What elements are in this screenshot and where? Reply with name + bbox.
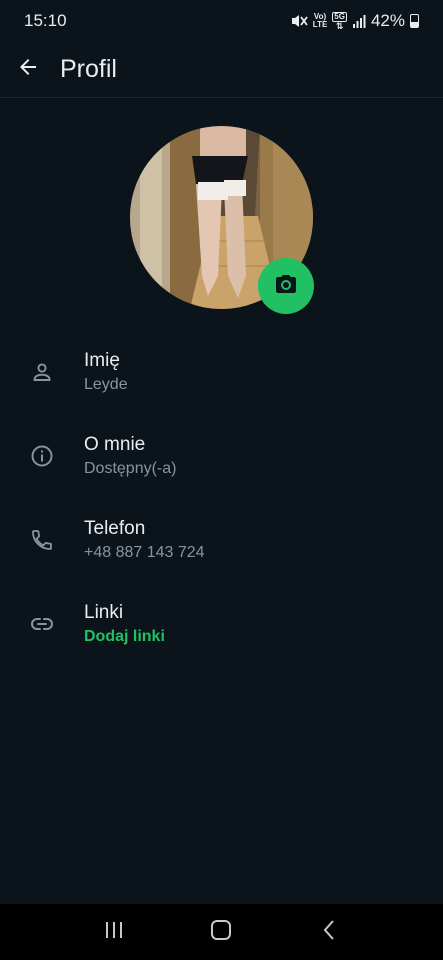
- status-icons: Vo) LTE 5G ⇅ 42%: [290, 11, 419, 31]
- row-about-value: Dostępny(-a): [84, 459, 177, 477]
- profile-photo-section: [130, 126, 314, 314]
- profile-info-list: Imię Leyde O mnie Dostępny(-a) Telefon +…: [0, 330, 443, 666]
- arrow-left-icon: [16, 55, 40, 84]
- nav-back-button[interactable]: [299, 904, 359, 960]
- page-title: Profil: [60, 55, 117, 83]
- recents-button[interactable]: [84, 904, 144, 960]
- volte-bottom-label: LTE: [312, 20, 328, 29]
- person-icon: [28, 358, 56, 386]
- mute-icon: [290, 13, 308, 29]
- signal-icon: [352, 14, 366, 28]
- battery-percent: 42%: [370, 11, 405, 30]
- row-about[interactable]: O mnie Dostępny(-a): [0, 414, 443, 498]
- row-name-label: Imię: [84, 349, 120, 371]
- row-phone-label: Telefon: [84, 517, 146, 539]
- home-icon: [210, 919, 232, 946]
- add-links-link[interactable]: Dodaj linki: [84, 626, 165, 648]
- back-icon: [322, 919, 336, 946]
- status-time: 15:10: [24, 11, 67, 30]
- row-name[interactable]: Imię Leyde: [0, 330, 443, 414]
- status-bar: 15:10 Vo) LTE 5G ⇅ 42%: [0, 0, 443, 42]
- phone-icon: [28, 526, 56, 554]
- camera-icon: [274, 272, 298, 301]
- back-button[interactable]: [0, 42, 56, 98]
- row-links[interactable]: Linki Dodaj linki: [0, 582, 443, 666]
- system-nav-bar: [0, 904, 443, 960]
- app-bar: Profil: [0, 42, 443, 98]
- row-about-label: O mnie: [84, 433, 146, 455]
- row-name-value: Leyde: [84, 375, 128, 393]
- info-icon: [28, 442, 56, 470]
- home-button[interactable]: [191, 904, 251, 960]
- battery-icon: [410, 14, 419, 28]
- row-phone[interactable]: Telefon +48 887 143 724: [0, 498, 443, 582]
- 5g-icon: 5G ⇅: [332, 12, 347, 31]
- recents-icon: [104, 921, 124, 944]
- volte-icon: Vo) LTE: [313, 13, 328, 29]
- row-links-label: Linki: [84, 601, 124, 623]
- change-photo-button[interactable]: [258, 258, 314, 314]
- row-phone-value: +48 887 143 724: [84, 543, 205, 561]
- link-icon: [28, 610, 56, 638]
